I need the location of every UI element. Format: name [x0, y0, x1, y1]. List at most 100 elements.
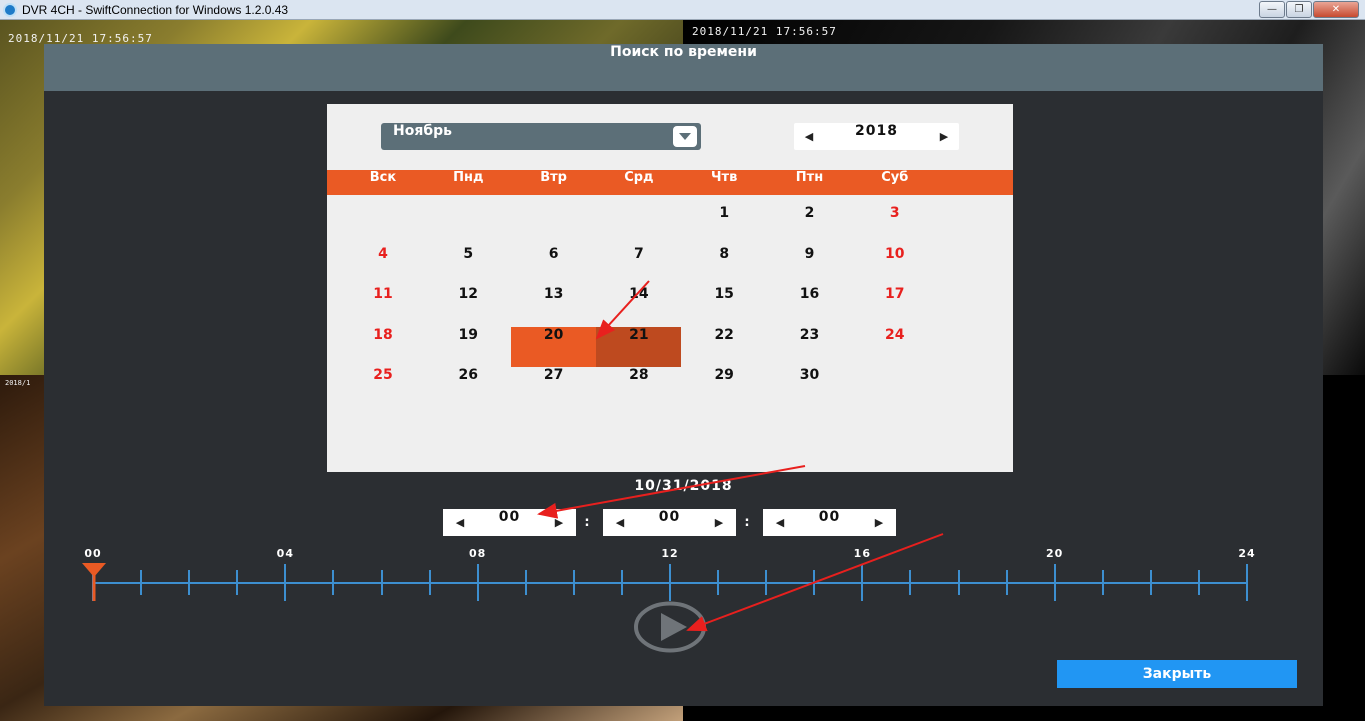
calendar-day[interactable]: 8 [682, 246, 767, 286]
timeline-hour-label: 00 [84, 547, 102, 560]
seconds-spinner: ◀ 00 ▶ [763, 509, 896, 536]
month-select[interactable]: Ноябрь [381, 123, 701, 150]
timeline-tick [236, 570, 239, 595]
seconds-value[interactable]: 00 [793, 509, 866, 525]
calendar-day[interactable]: 17 [852, 286, 937, 326]
dialog-title: Поиск по времени [610, 44, 757, 60]
window-titlebar: DVR 4CH - SwiftConnection for Windows 1.… [0, 0, 1365, 20]
timeline-tick [861, 564, 864, 601]
timeline-tick [284, 564, 287, 601]
time-separator: : [584, 515, 590, 530]
calendar-day[interactable]: 24 [852, 327, 937, 367]
calendar-day[interactable]: 14 [596, 286, 681, 326]
calendar-day[interactable]: 11 [341, 286, 426, 326]
timeline-tick [1101, 570, 1104, 595]
timeline-tick [572, 570, 575, 595]
calendar-day[interactable]: 3 [852, 205, 937, 245]
weekday-header: Вск Пнд Втр Срд Чтв Птн Суб [327, 170, 1013, 195]
weekday-label: Чтв [711, 170, 738, 185]
year-selector: ◀ 2018 ▶ [794, 123, 959, 150]
calendar-day[interactable]: 5 [426, 246, 511, 286]
month-label: Ноябрь [393, 123, 452, 139]
timeline-tick [332, 570, 335, 595]
calendar-day[interactable]: 18 [341, 327, 426, 367]
timeline-tick [476, 564, 479, 601]
minutes-increment-button[interactable]: ▶ [706, 509, 732, 536]
calendar-day[interactable]: 9 [767, 246, 852, 286]
timeline-tick [524, 570, 527, 595]
weekday-label: Суб [881, 170, 909, 185]
chevron-down-icon[interactable] [673, 126, 697, 147]
timeline-tick [909, 570, 912, 595]
weekday-label: Втр [540, 170, 567, 185]
maximize-button[interactable]: ❐ [1286, 1, 1312, 18]
calendar-day[interactable]: 19 [426, 327, 511, 367]
close-window-button[interactable]: ✕ [1313, 1, 1359, 18]
timeline-tick [620, 570, 623, 595]
close-button[interactable]: Закрыть [1057, 660, 1297, 688]
timeline-tick [1005, 570, 1008, 595]
seconds-increment-button[interactable]: ▶ [866, 509, 892, 536]
calendar-day[interactable]: 16 [767, 286, 852, 326]
calendar-day[interactable]: 26 [426, 367, 511, 407]
timeline-tick [1246, 564, 1248, 601]
hours-increment-button[interactable]: ▶ [546, 509, 572, 536]
timeline-tick [428, 570, 431, 595]
timeline-hour-label: 04 [276, 547, 294, 560]
timeline-marker-icon[interactable] [82, 563, 106, 601]
hours-value[interactable]: 00 [473, 509, 546, 525]
timeline-hour-label: 08 [469, 547, 487, 560]
calendar-day[interactable]: 29 [682, 367, 767, 407]
calendar-day[interactable]: 6 [511, 246, 596, 286]
timeline-hour-label: 16 [853, 547, 871, 560]
camera-timestamp: 2018/1 [5, 379, 31, 387]
calendar-day[interactable]: 7 [596, 246, 681, 286]
year-next-button[interactable]: ▶ [931, 123, 957, 150]
minutes-value[interactable]: 00 [633, 509, 706, 525]
calendar-day[interactable]: 15 [682, 286, 767, 326]
calendar-day[interactable]: 20 [511, 326, 597, 367]
seconds-decrement-button[interactable]: ◀ [767, 509, 793, 536]
time-separator: : [744, 515, 750, 530]
dialog-header: Поиск по времени [44, 44, 1323, 91]
window-title: DVR 4CH - SwiftConnection for Windows 1.… [22, 3, 289, 17]
year-prev-button[interactable]: ◀ [796, 123, 822, 150]
timeline-hour-label: 12 [661, 547, 679, 560]
timeline-tick [669, 564, 671, 601]
calendar-day[interactable]: 27 [511, 367, 596, 407]
play-icon[interactable] [633, 601, 707, 653]
hours-decrement-button[interactable]: ◀ [447, 509, 473, 536]
selected-date-label: 10/31/2018 [634, 478, 733, 494]
calendar-day[interactable]: 28 [596, 367, 681, 407]
calendar-day[interactable]: 21 [596, 326, 682, 367]
timeline-tick [1197, 570, 1200, 595]
minutes-decrement-button[interactable]: ◀ [607, 509, 633, 536]
timeline-tick [1149, 570, 1152, 595]
time-search-dialog: Поиск по времени Ноябрь ◀ 2018 ▶ Вск Пнд В… [44, 44, 1323, 706]
year-label: 2018 [855, 123, 898, 139]
timeline-tick [188, 570, 191, 595]
calendar-day[interactable]: 10 [852, 246, 937, 286]
timeline-tick [1053, 564, 1056, 601]
weekday-label: Вск [369, 170, 397, 185]
calendar-day[interactable]: 30 [767, 367, 852, 407]
calendar-day[interactable]: 13 [511, 286, 596, 326]
calendar-day[interactable]: 4 [341, 246, 426, 286]
calendar-day[interactable]: 12 [426, 286, 511, 326]
minimize-button[interactable]: — [1259, 1, 1285, 18]
timeline-tick [957, 570, 960, 595]
calendar-day[interactable]: 25 [341, 367, 426, 407]
calendar-day[interactable]: 22 [682, 327, 767, 367]
timeline-tick [717, 570, 720, 595]
timeline-tick [765, 570, 768, 595]
calendar-day[interactable]: 1 [682, 205, 767, 245]
minutes-spinner: ◀ 00 ▶ [603, 509, 736, 536]
timeline-tick [813, 570, 816, 595]
calendar-day[interactable]: 2 [767, 205, 852, 245]
calendar-day[interactable]: 23 [767, 327, 852, 367]
weekday-label: Пнд [453, 170, 484, 185]
calendar: Ноябрь ◀ 2018 ▶ Вск Пнд Втр Срд Чтв Птн Суб 12… [327, 104, 1013, 472]
timeline-hour-label: 20 [1046, 547, 1064, 560]
camera-timestamp: 2018/11/21 17:56:57 [692, 25, 837, 38]
app-icon [3, 3, 17, 17]
